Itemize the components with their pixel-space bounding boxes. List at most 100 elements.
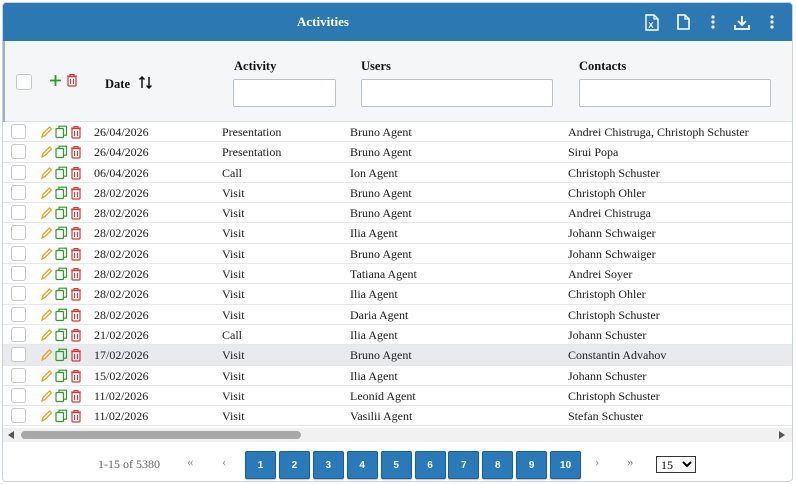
table-row[interactable]: 28/02/2026 Visit Bruno Agent Christoph Ohle… — [3, 183, 792, 204]
row-checkbox[interactable] — [11, 245, 26, 261]
edit-icon[interactable] — [40, 348, 53, 362]
row-checkbox[interactable] — [11, 387, 26, 403]
table-row[interactable]: 28/02/2026 Visit Bruno Agent Johann Schwaig… — [3, 244, 792, 265]
first-page-button[interactable]: « — [187, 454, 194, 470]
row-checkbox[interactable] — [11, 306, 26, 322]
copy-icon[interactable] — [55, 308, 68, 322]
copy-icon[interactable] — [55, 247, 68, 261]
edit-icon[interactable] — [40, 328, 53, 342]
sort-icon[interactable] — [137, 74, 153, 90]
delete-icon[interactable] — [70, 226, 82, 241]
document-icon[interactable] — [673, 11, 693, 33]
table-row[interactable]: 28/02/2026 Visit Ilia Agent Christoph Ohler — [3, 284, 792, 305]
page-button-8[interactable]: 8 — [482, 451, 514, 479]
delete-icon[interactable] — [70, 369, 82, 383]
edit-icon[interactable] — [40, 247, 53, 261]
scrollbar-thumb[interactable] — [21, 431, 301, 439]
row-checkbox[interactable] — [11, 144, 26, 160]
delete-icon[interactable] — [70, 186, 82, 200]
copy-icon[interactable] — [55, 226, 68, 240]
scroll-right-arrow-icon[interactable] — [779, 431, 785, 439]
edit-icon[interactable] — [40, 369, 53, 383]
delete-icon[interactable] — [70, 267, 82, 281]
edit-icon[interactable] — [40, 125, 53, 139]
delete-icon[interactable] — [70, 206, 82, 220]
edit-icon[interactable] — [40, 145, 53, 159]
table-row[interactable]: 28/02/2026 Visit Tatiana Agent Andrei Soyer — [3, 264, 792, 285]
prev-page-button[interactable]: ‹ — [222, 454, 226, 470]
copy-icon[interactable] — [55, 348, 68, 362]
row-checkbox[interactable] — [11, 205, 26, 221]
copy-icon[interactable] — [55, 186, 68, 200]
edit-icon[interactable] — [40, 389, 53, 403]
page-button-10[interactable]: 10 — [550, 451, 582, 479]
page-button-6[interactable]: 6 — [414, 451, 446, 479]
table-row[interactable]: 15/02/2026 Visit Ilia Agent Johann Schuster — [3, 366, 792, 386]
copy-icon[interactable] — [55, 287, 68, 301]
copy-icon[interactable] — [55, 389, 68, 403]
row-checkbox[interactable] — [11, 347, 26, 363]
copy-icon[interactable] — [55, 267, 68, 281]
page-button-7[interactable]: 7 — [448, 451, 480, 479]
bulk-delete-icon[interactable] — [65, 72, 79, 87]
page-size-select[interactable]: 15 — [656, 456, 696, 473]
more-vertical-icon[interactable] — [703, 11, 723, 33]
activity-filter-input[interactable] — [233, 79, 336, 107]
edit-icon[interactable] — [40, 226, 53, 240]
next-page-button[interactable]: › — [595, 454, 599, 470]
edit-icon[interactable] — [40, 267, 53, 281]
copy-icon[interactable] — [55, 409, 68, 423]
row-checkbox[interactable] — [11, 367, 26, 383]
copy-icon[interactable] — [55, 369, 68, 383]
delete-icon[interactable] — [70, 328, 82, 342]
delete-icon[interactable] — [70, 145, 82, 159]
edit-icon[interactable] — [40, 186, 53, 200]
delete-icon[interactable] — [70, 287, 82, 301]
contacts-filter-input[interactable] — [579, 79, 771, 107]
horizontal-scrollbar[interactable] — [3, 428, 792, 442]
row-checkbox[interactable] — [11, 225, 26, 241]
users-filter-input[interactable] — [361, 79, 553, 107]
page-button-2[interactable]: 2 — [278, 451, 310, 479]
delete-icon[interactable] — [70, 125, 82, 139]
copy-icon[interactable] — [55, 125, 68, 139]
column-header-date[interactable]: Date — [105, 77, 130, 92]
table-row[interactable]: 28/02/2026 Visit Ilia Agent Johann Schwaige… — [3, 223, 792, 244]
table-row[interactable]: 28/02/2026 Visit Daria Agent Christoph Schu… — [3, 305, 792, 325]
edit-icon[interactable] — [40, 287, 53, 301]
table-row[interactable]: 21/02/2026 Call Ilia Agent Johann Schuster — [3, 325, 792, 346]
page-button-3[interactable]: 3 — [312, 451, 344, 479]
delete-icon[interactable] — [70, 409, 82, 423]
copy-icon[interactable] — [55, 206, 68, 220]
edit-icon[interactable] — [40, 166, 53, 180]
table-row[interactable]: 26/04/2026 Presentation Bruno Agent Andrei … — [3, 122, 792, 143]
excel-export-icon[interactable]: X — [642, 11, 662, 33]
delete-icon[interactable] — [70, 247, 82, 261]
more-vertical-icon[interactable] — [762, 11, 782, 33]
add-icon[interactable] — [48, 73, 62, 87]
row-checkbox[interactable] — [11, 326, 26, 342]
scroll-left-arrow-icon[interactable] — [8, 431, 14, 439]
page-button-1[interactable]: 1 — [245, 451, 276, 479]
select-all-checkbox[interactable] — [16, 74, 32, 90]
row-checkbox[interactable] — [11, 164, 26, 180]
copy-icon[interactable] — [55, 328, 68, 342]
last-page-button[interactable]: » — [627, 454, 634, 470]
table-row[interactable]: 11/02/2026 Visit Leonid Agent Christoph Sch… — [3, 386, 792, 407]
table-row[interactable]: 06/04/2026 Call Ion Agent Christoph Schuste… — [3, 163, 792, 183]
row-checkbox[interactable] — [11, 286, 26, 302]
table-row[interactable]: 26/04/2026 Presentation Bruno Agent Sirui P… — [3, 142, 792, 163]
row-checkbox[interactable] — [11, 184, 26, 200]
edit-icon[interactable] — [40, 308, 53, 322]
copy-icon[interactable] — [55, 166, 68, 180]
table-row[interactable]: 11/02/2026 Visit Vasilii Agent Stefan Schus… — [3, 406, 792, 427]
edit-icon[interactable] — [40, 206, 53, 220]
table-row[interactable]: 28/02/2026 Visit Bruno Agent Andrei Chistru… — [3, 203, 792, 224]
table-row[interactable]: 17/02/2026 Visit Bruno Agent Constantin Adv… — [3, 345, 792, 366]
page-button-9[interactable]: 9 — [516, 451, 548, 479]
delete-icon[interactable] — [70, 308, 82, 322]
download-icon[interactable] — [732, 11, 752, 33]
delete-icon[interactable] — [70, 348, 82, 362]
edit-icon[interactable] — [40, 409, 53, 423]
delete-icon[interactable] — [70, 166, 82, 180]
